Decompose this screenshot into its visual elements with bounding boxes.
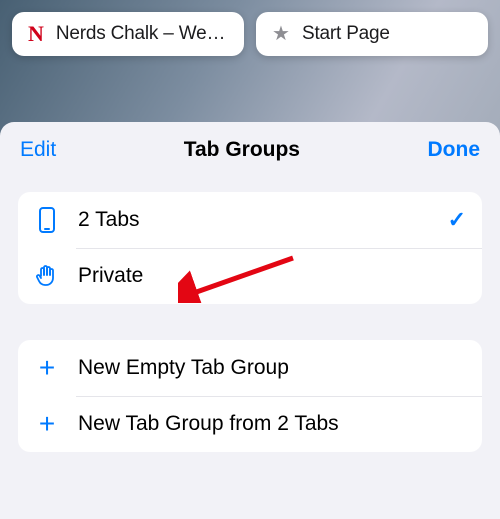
tab-group-label: Private (78, 264, 466, 288)
tab-thumb[interactable]: N Nerds Chalk – We Ex... (12, 12, 244, 56)
tab-title: Nerds Chalk – We Ex... (56, 23, 230, 45)
tab-groups-sheet: Edit Tab Groups Done 2 Tabs ✓ (0, 122, 500, 519)
phone-icon (34, 207, 60, 233)
tab-group-current[interactable]: 2 Tabs ✓ (18, 192, 482, 248)
edit-button[interactable]: Edit (20, 138, 56, 162)
sheet-title: Tab Groups (184, 138, 300, 162)
tab-group-private[interactable]: Private (18, 248, 482, 304)
tab-group-actions: + New Empty Tab Group + New Tab Group fr… (18, 340, 482, 452)
checkmark-icon: ✓ (448, 207, 466, 233)
tab-title: Start Page (302, 23, 390, 45)
new-empty-tab-group[interactable]: + New Empty Tab Group (18, 340, 482, 396)
done-button[interactable]: Done (428, 138, 481, 162)
star-icon: ★ (270, 24, 292, 44)
hand-icon (34, 264, 60, 288)
favicon-n-icon: N (26, 23, 46, 45)
tab-thumb[interactable]: ★ Start Page (256, 12, 488, 56)
plus-icon: + (34, 410, 60, 438)
new-tab-group-from-tabs[interactable]: + New Tab Group from 2 Tabs (18, 396, 482, 452)
tab-groups-list: 2 Tabs ✓ Private (18, 192, 482, 304)
plus-icon: + (34, 354, 60, 382)
action-label: New Tab Group from 2 Tabs (78, 412, 466, 436)
action-label: New Empty Tab Group (78, 356, 466, 380)
open-tabs-strip: N Nerds Chalk – We Ex... ★ Start Page (0, 0, 500, 56)
tab-group-label: 2 Tabs (78, 208, 430, 232)
sheet-header: Edit Tab Groups Done (0, 122, 500, 180)
